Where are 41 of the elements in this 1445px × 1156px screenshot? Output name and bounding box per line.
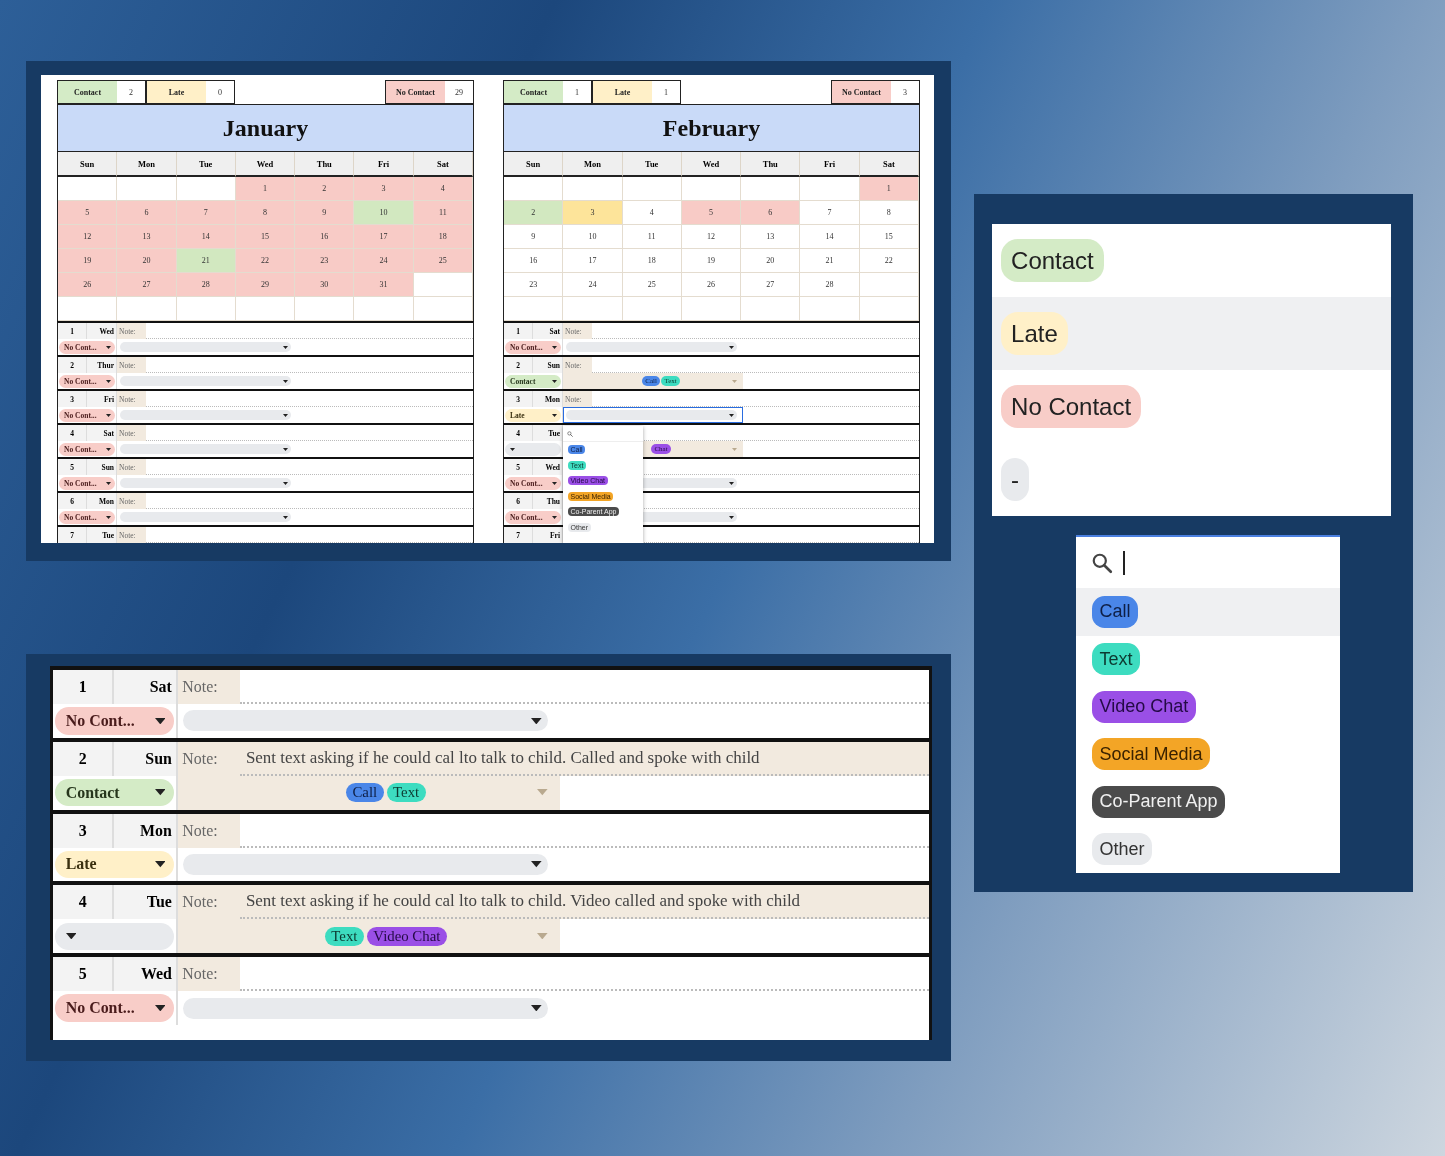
weekday-label: Wed bbox=[114, 957, 179, 992]
day-number: 1 bbox=[53, 670, 115, 704]
day-number: 3 bbox=[53, 813, 115, 848]
note-label: Note: bbox=[178, 885, 240, 920]
note-label: Note: bbox=[178, 813, 240, 848]
weekday-header: Sun bbox=[58, 152, 118, 177]
weekday-header: Fri bbox=[800, 152, 860, 177]
summary-label: Late bbox=[592, 80, 652, 105]
summary-label: Contact bbox=[57, 80, 117, 105]
day-number: 4 bbox=[53, 885, 115, 920]
weekday-label: Tue bbox=[114, 885, 179, 920]
weekday-header: Tue bbox=[176, 152, 236, 177]
weekday-header: Tue bbox=[622, 152, 682, 177]
day-number: 2 bbox=[53, 741, 115, 776]
weekday-header: Mon bbox=[563, 152, 623, 177]
method-tag: Text bbox=[324, 926, 364, 946]
note-label: Note: bbox=[178, 741, 240, 776]
weekday-header: Wed bbox=[681, 152, 742, 177]
weekday-header: Fri bbox=[354, 152, 414, 177]
note-label: Note: bbox=[178, 957, 240, 992]
note-label: Note: bbox=[178, 670, 240, 704]
method-tag: Video Chat bbox=[366, 926, 447, 946]
summary-label: No Contact bbox=[385, 80, 445, 105]
month-title: February bbox=[503, 104, 920, 152]
weekday-header: Thu bbox=[741, 152, 801, 177]
summary-label: No Contact bbox=[831, 80, 891, 105]
weekday-header: Mon bbox=[117, 152, 177, 177]
method-tag: Text bbox=[386, 783, 426, 803]
weekday-label: Sat bbox=[114, 670, 179, 704]
weekday-header: Wed bbox=[235, 152, 296, 177]
weekday-header: Thu bbox=[295, 152, 355, 177]
weekday-header: Sat bbox=[413, 152, 473, 177]
weekday-label: Mon bbox=[114, 813, 179, 848]
summary-label: Late bbox=[146, 80, 206, 105]
day-number: 5 bbox=[53, 957, 115, 992]
month-title: January bbox=[57, 104, 474, 152]
method-tag: Call bbox=[346, 783, 384, 803]
weekday-header: Sun bbox=[504, 152, 564, 177]
weekday-label: Sun bbox=[114, 741, 179, 776]
summary-label: Contact bbox=[503, 80, 563, 105]
weekday-header: Sat bbox=[859, 152, 919, 177]
